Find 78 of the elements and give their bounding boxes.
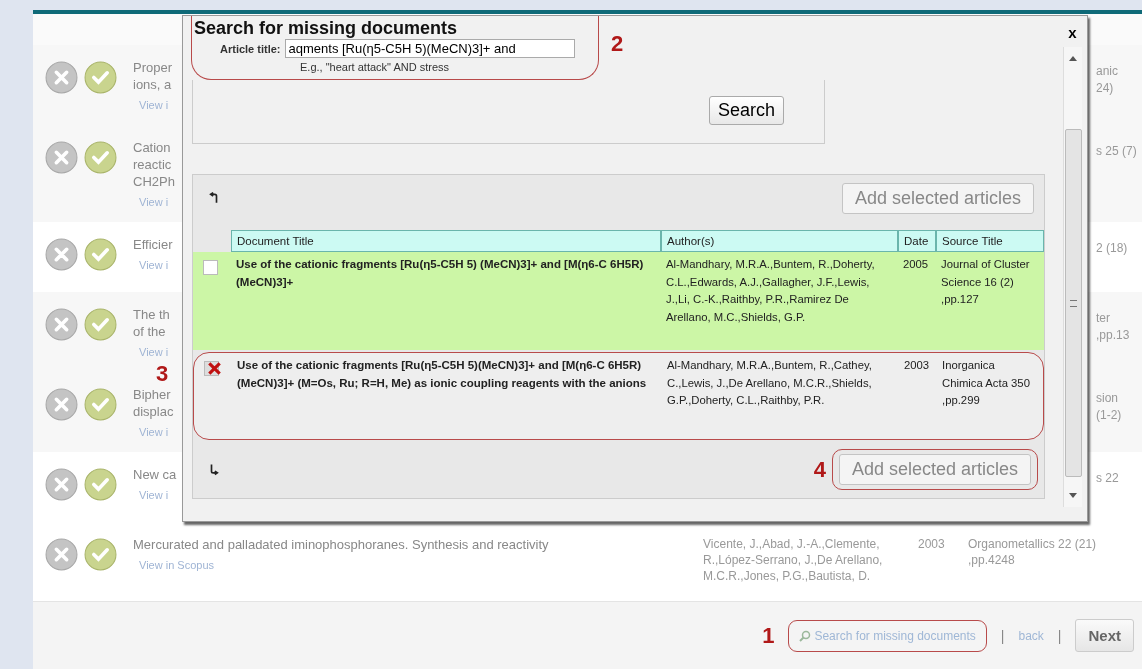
arrow-down-icon[interactable]: [209, 463, 219, 476]
reject-icon[interactable]: [45, 308, 78, 341]
result-row[interactable]: [193, 252, 1044, 350]
column-header[interactable]: Source Title: [936, 230, 1044, 252]
date: 2003: [903, 358, 931, 373]
accept-icon[interactable]: [84, 308, 117, 341]
source-title: 2 (18): [1096, 240, 1129, 257]
document-title: Use of the cationic fragments [Ru(η5-C5H 5)(MeCN)3]+ and [M(η6-C 6H5R)(MeCN)3]+ (M=Os, Ru; R=H, Me) as ionic coupling reagents with the anions: [236, 358, 648, 391]
view-link[interactable]: View in Scopus: [133, 559, 703, 571]
authors: Al-Mandhary, M.R.A.,Buntem, R.,Cathey, C.,Lewis, J.,De Arellano, M.C.R.,Shields, G.P.,Doherty, C.L.,Raithby, P.R.: [666, 358, 873, 408]
add-selected-button[interactable]: Add selected articles: [841, 183, 1034, 214]
search-button[interactable]: Search: [708, 96, 784, 125]
scroll-up-icon[interactable]: [1069, 55, 1077, 61]
source-title: anic: [1096, 63, 1119, 80]
source-title: (1-2): [1096, 407, 1123, 424]
source-title: sion: [1096, 390, 1119, 407]
article-title: CH2Ph: [133, 173, 176, 190]
field-label: Article title:: [220, 42, 281, 55]
close-button[interactable]: x: [1068, 24, 1077, 41]
date: 2005: [902, 257, 930, 272]
annotation-number: 1: [762, 622, 775, 649]
annotation-number: 3: [156, 361, 169, 387]
source-title: Organometallics 22 (21) ,pp.4248: [968, 536, 1098, 569]
article-title: reactic: [133, 156, 173, 173]
search-icon: [799, 629, 812, 642]
article-title: Efficier: [133, 236, 174, 253]
article-title: ions, a: [133, 76, 173, 93]
dialog-title: Search for missing documents: [194, 18, 459, 39]
source-title: 24): [1096, 80, 1115, 97]
article-title: The th: [133, 306, 171, 323]
separator: |: [1057, 627, 1062, 644]
accept-icon[interactable]: [84, 61, 117, 94]
annotation-number: 2: [611, 31, 624, 57]
source-title: Inorganica Chimica Acta 350 ,pp.299: [941, 358, 1031, 408]
checkbox[interactable]: [204, 361, 219, 376]
accept-icon[interactable]: [84, 388, 117, 421]
authors: Al-Mandhary, M.R.A.,Buntem, R.,Doherty, C.L.,Edwards, A.J.,Gallagher, J.F.,Lewis, J.,Li, C.-K.,Raithby, P.R.,Ramirez De Arellano, M.C.,Shields, G.P.: [665, 257, 876, 325]
column-header[interactable]: Date: [898, 230, 936, 252]
reject-icon[interactable]: [45, 141, 78, 174]
source-title: ter: [1096, 310, 1111, 327]
reject-icon[interactable]: [45, 238, 78, 271]
source-title: s 22: [1096, 470, 1120, 487]
article-title: of the: [133, 323, 167, 340]
reject-icon[interactable]: [45, 388, 78, 421]
article-title: Bipher: [133, 386, 172, 403]
source-title: s 25 (7): [1096, 143, 1138, 160]
source-title: Journal of Cluster Science 16 (2) ,pp.127: [940, 257, 1031, 307]
accept-icon[interactable]: [84, 468, 117, 501]
arrow-up-icon[interactable]: [209, 192, 219, 205]
accept-icon[interactable]: [84, 238, 117, 271]
article-title: Proper: [133, 59, 174, 76]
scroll-down-icon[interactable]: [1069, 493, 1077, 499]
column-header[interactable]: Document Title: [231, 230, 661, 252]
accept-icon[interactable]: [84, 141, 117, 174]
article-title: Mercurated and palladated iminophosphoranes. Synthesis and reactivity: [133, 536, 550, 553]
field-hint: E.g., "heart attack" AND stress: [300, 61, 451, 73]
article-title: displac: [133, 403, 175, 420]
scroll-thumb[interactable]: [1064, 129, 1082, 477]
accept-icon[interactable]: [84, 538, 117, 571]
reject-icon[interactable]: [45, 468, 78, 501]
reject-icon[interactable]: [45, 61, 78, 94]
column-header[interactable]: Author(s): [661, 230, 898, 252]
scrollbar[interactable]: [1063, 47, 1082, 507]
date: 2003: [918, 536, 946, 553]
next-button[interactable]: Next: [1075, 619, 1134, 652]
source-title: ,pp.13: [1096, 327, 1131, 344]
search-missing-link[interactable]: Search for missing documents: [788, 619, 987, 652]
back-link[interactable]: back: [1018, 628, 1044, 643]
article-title-field[interactable]: aqments [Ru(η5-C5H 5)(MeCN)3]+ and: [284, 39, 575, 58]
reject-icon[interactable]: [45, 538, 78, 571]
article-title: New ca: [133, 466, 178, 483]
checkbox[interactable]: [203, 260, 218, 275]
annotation-number: 4: [813, 456, 826, 483]
document-title: Use of the cationic fragments [Ru(η5-C5H 5) (MeCN)3]+ and [M(η6-C 6H5R)(MeCN)3]+: [235, 257, 645, 290]
article-title: Cation: [133, 139, 172, 156]
separator: |: [1000, 627, 1005, 644]
add-selected-button[interactable]: Add selected articles: [838, 454, 1031, 485]
authors: Vicente, J.,Abad, J.-A.,Clemente, R.,López-Serrano, J.,De Arellano, M.C.R.,Jones, P.G.,Bautista, D.: [703, 536, 884, 585]
